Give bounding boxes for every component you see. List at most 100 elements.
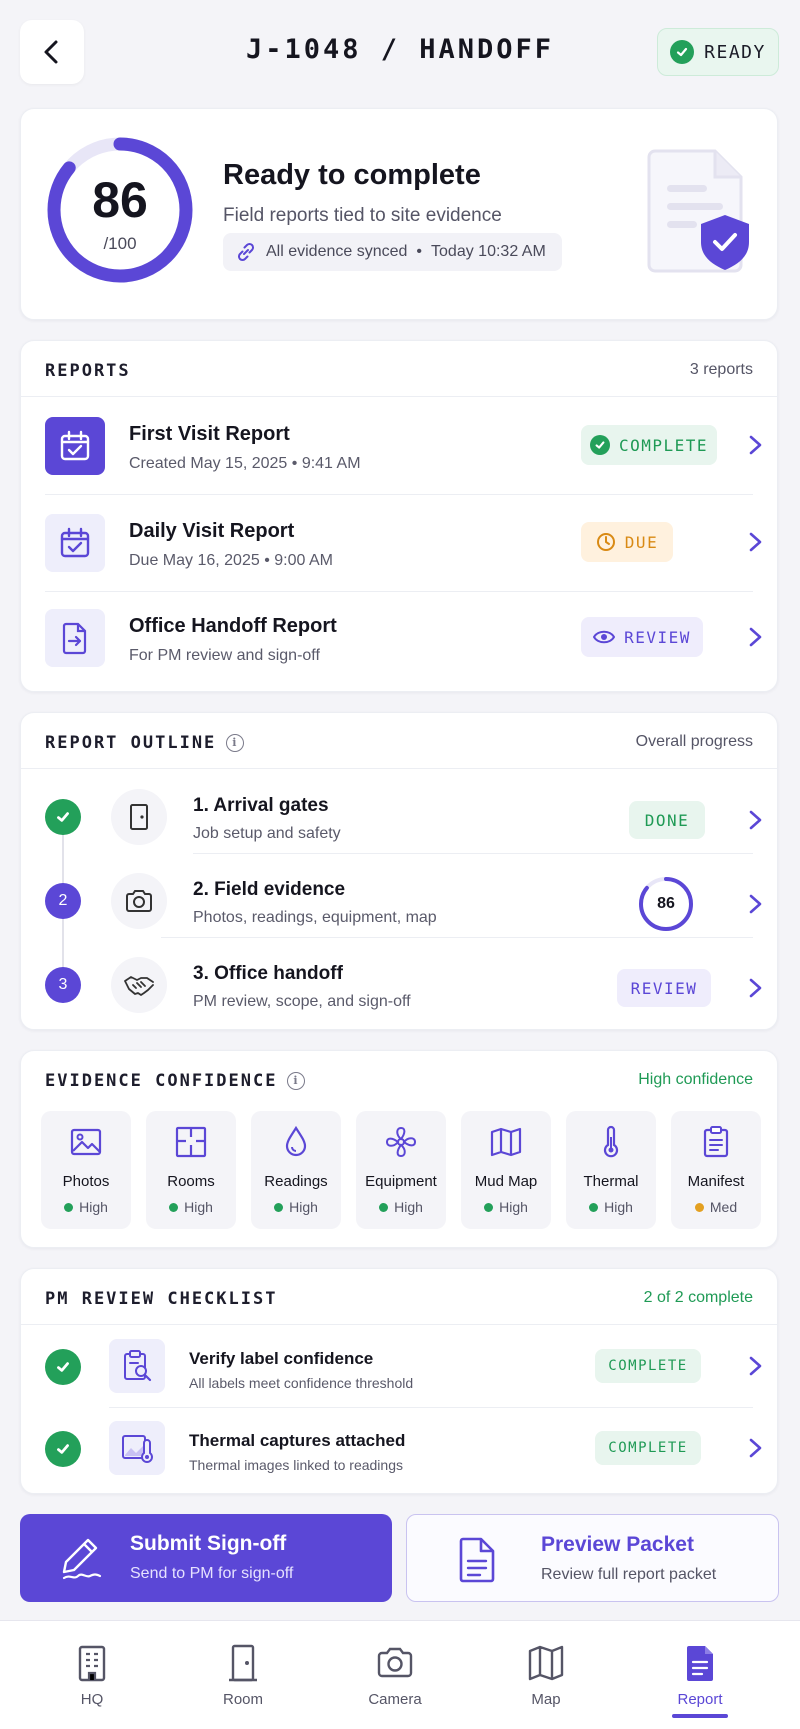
back-button[interactable] xyxy=(20,20,84,84)
chevron-right-icon xyxy=(749,894,762,914)
nav-label: Map xyxy=(531,1691,561,1708)
outline-section-title: REPORT OUTLINE i xyxy=(45,733,245,753)
calendar-check-icon xyxy=(45,417,105,475)
file-export-icon xyxy=(45,609,105,667)
outline-step-office-handoff[interactable]: 3 3. Office handoff PM review, scope, an… xyxy=(21,937,777,1021)
chevron-right-icon xyxy=(749,810,762,830)
evidence-tile-mud-map[interactable]: Mud Map High xyxy=(461,1111,551,1229)
tile-level: High xyxy=(146,1199,236,1215)
outline-step-field-evidence[interactable]: 2 2. Field evidence Photos, readings, eq… xyxy=(21,853,777,937)
report-title: First Visit Report xyxy=(129,423,290,445)
step-progress-value: 86 xyxy=(657,895,675,912)
status-badge-complete: COMPLETE xyxy=(595,1349,701,1383)
evidence-tile-photos[interactable]: Photos High xyxy=(41,1111,131,1229)
report-row-office-handoff[interactable]: Office Handoff Report For PM review and … xyxy=(21,591,777,688)
checklist-item-title: Thermal captures attached xyxy=(189,1431,406,1450)
check-circle-icon xyxy=(589,435,610,455)
chevron-right-icon xyxy=(749,1438,762,1458)
active-tab-indicator xyxy=(672,1714,728,1718)
door-icon xyxy=(229,1644,257,1682)
submit-button-subtitle: Send to PM for sign-off xyxy=(130,1565,294,1582)
nav-item-room[interactable]: Room xyxy=(183,1621,303,1729)
step-title: 2. Field evidence xyxy=(193,879,346,900)
chevron-right-icon xyxy=(749,627,762,647)
status-badge-done: DONE xyxy=(629,801,705,839)
info-icon[interactable]: i xyxy=(226,733,245,752)
status-label: DONE xyxy=(644,810,690,830)
droplet-icon xyxy=(285,1125,307,1157)
reports-section: REPORTS 3 reports First Visit Report Cre… xyxy=(20,340,778,692)
preview-packet-button[interactable]: Preview Packet Review full report packet xyxy=(406,1514,779,1602)
chevron-right-icon xyxy=(749,532,762,552)
camera-icon xyxy=(377,1647,413,1678)
checklist-item-label-confidence[interactable]: Verify label confidence All labels meet … xyxy=(21,1325,777,1407)
signature-pen-icon xyxy=(62,1538,102,1580)
ready-status-badge: READY xyxy=(657,28,779,76)
report-subtitle: For PM review and sign-off xyxy=(129,647,320,664)
nav-item-map[interactable]: Map xyxy=(486,1621,606,1729)
outline-step-arrival[interactable]: 1. Arrival gates Job setup and safety DO… xyxy=(21,769,777,853)
reports-section-title: REPORTS xyxy=(45,361,131,381)
pm-review-checklist-section: PM REVIEW CHECKLIST 2 of 2 complete Veri… xyxy=(20,1268,778,1494)
chevron-right-icon xyxy=(749,1356,762,1376)
step-subtitle: Job setup and safety xyxy=(193,825,341,842)
tile-label: Manifest xyxy=(687,1173,745,1190)
page-title: J-1048 / HANDOFF xyxy=(245,34,555,65)
report-row-first-visit[interactable]: First Visit Report Created May 15, 2025 … xyxy=(21,397,777,494)
status-label: REVIEW xyxy=(630,978,698,998)
tile-level: High xyxy=(251,1199,341,1215)
thermometer-icon xyxy=(603,1125,619,1158)
nav-item-camera[interactable]: Camera xyxy=(335,1621,455,1729)
evidence-tile-rooms[interactable]: Rooms High xyxy=(146,1111,236,1229)
tile-label: Mud Map xyxy=(474,1173,538,1190)
info-icon[interactable]: i xyxy=(287,1071,306,1090)
evidence-tile-manifest[interactable]: Manifest Med xyxy=(671,1111,761,1229)
report-row-daily-visit[interactable]: Daily Visit Report Due May 16, 2025 • 9:… xyxy=(21,494,777,591)
report-subtitle: Created May 15, 2025 • 9:41 AM xyxy=(129,455,361,472)
readiness-title: Ready to complete xyxy=(223,159,481,191)
score-denominator: /100 xyxy=(103,234,137,253)
confidence-summary: High confidence xyxy=(638,1071,753,1088)
status-label: COMPLETE xyxy=(608,1440,688,1456)
check-circle-icon xyxy=(45,1431,81,1467)
bottom-nav: HQ Room Camera Map Report xyxy=(0,1620,800,1729)
preview-button-subtitle: Review full report packet xyxy=(541,1566,717,1583)
handshake-icon xyxy=(111,957,167,1013)
status-badge-review: REVIEW xyxy=(617,969,711,1007)
step-number-marker: 3 xyxy=(45,967,81,1003)
door-icon xyxy=(111,789,167,845)
floorplan-icon xyxy=(175,1126,207,1158)
status-badge-complete: COMPLETE xyxy=(595,1431,701,1465)
nav-item-report[interactable]: Report xyxy=(640,1621,760,1729)
chevron-right-icon xyxy=(749,978,762,998)
sync-status-text: All evidence synced xyxy=(266,243,408,260)
readiness-subtitle: Field reports tied to site evidence xyxy=(223,205,502,226)
score-value: 86 xyxy=(92,172,148,228)
nav-label: HQ xyxy=(80,1691,104,1708)
checklist-item-thermal-captures[interactable]: Thermal captures attached Thermal images… xyxy=(21,1407,777,1489)
status-label: COMPLETE xyxy=(608,1358,688,1374)
ready-label: READY xyxy=(704,41,766,63)
report-subtitle: Due May 16, 2025 • 9:00 AM xyxy=(129,552,333,569)
tile-level: High xyxy=(356,1199,446,1215)
map-icon xyxy=(490,1127,522,1157)
checklist-item-subtitle: Thermal images linked to readings xyxy=(189,1457,403,1473)
back-arrow-icon xyxy=(44,40,58,64)
image-icon xyxy=(70,1128,102,1156)
tile-level: High xyxy=(461,1199,551,1215)
camera-icon xyxy=(111,873,167,929)
eye-icon xyxy=(593,630,616,644)
step-subtitle: Photos, readings, equipment, map xyxy=(193,909,437,926)
evidence-tile-thermal[interactable]: Thermal High xyxy=(566,1111,656,1229)
chevron-right-icon xyxy=(749,435,762,455)
evidence-tile-equipment[interactable]: Equipment High xyxy=(356,1111,446,1229)
nav-label: Room xyxy=(222,1691,263,1708)
tile-label: Readings xyxy=(264,1173,328,1190)
bullet-separator: • xyxy=(416,243,423,260)
step-done-check-icon xyxy=(45,799,81,835)
nav-item-hq[interactable]: HQ xyxy=(32,1621,152,1729)
fan-icon xyxy=(385,1126,417,1158)
link-icon xyxy=(237,242,255,262)
submit-signoff-button[interactable]: Submit Sign-off Send to PM for sign-off xyxy=(20,1514,392,1602)
evidence-tile-readings[interactable]: Readings High xyxy=(251,1111,341,1229)
